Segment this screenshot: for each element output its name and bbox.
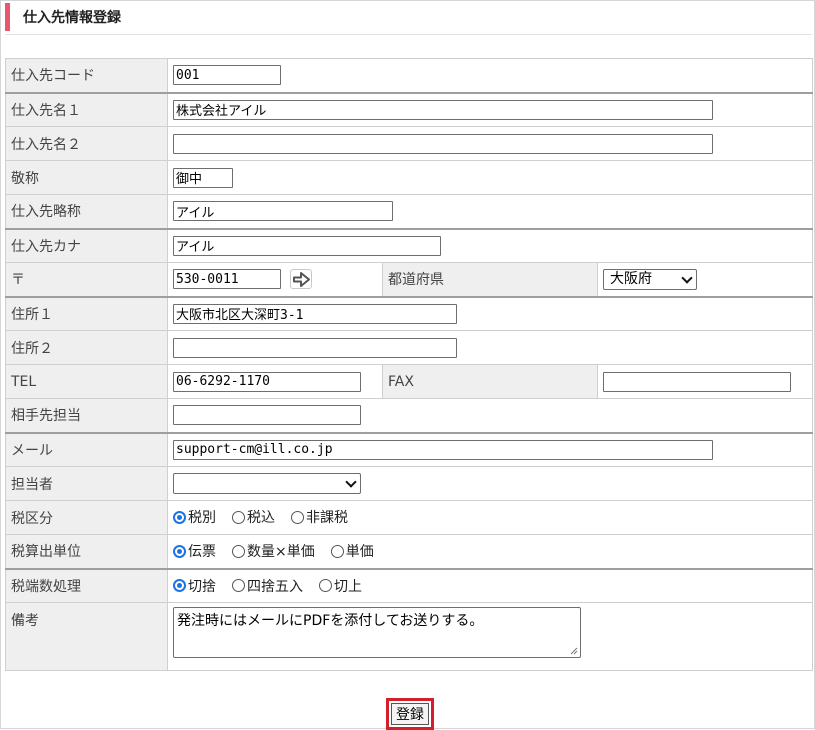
radio-label: 伝票 xyxy=(188,544,216,560)
label-email: メール xyxy=(5,431,168,467)
contact-input[interactable] xyxy=(173,405,361,426)
postal-input[interactable] xyxy=(173,269,281,290)
tax-rounding-radio-group: 切捨 四捨五入 切上 xyxy=(173,576,378,596)
radio-checked[interactable] xyxy=(173,579,186,592)
label-name1: 仕入先名１ xyxy=(5,91,168,127)
radio-label: 非課税 xyxy=(306,510,348,527)
label-fax: FAX xyxy=(382,364,598,399)
prefecture-select[interactable]: 大阪府 xyxy=(603,268,697,290)
register-button[interactable]: 登録 xyxy=(391,703,429,725)
row-address1: 住所１ xyxy=(5,295,813,331)
row-tax-calc-unit: 税算出単位 伝票 数量×単価 単価 xyxy=(5,534,813,569)
address1-input[interactable] xyxy=(173,303,457,324)
row-contact: 相手先担当 xyxy=(5,398,813,433)
row-email: メール xyxy=(5,431,813,467)
label-memo: 備考 xyxy=(5,602,168,671)
memo-text: 発注時にはメールにPDFを添付してお送りする。 xyxy=(177,613,484,629)
radio-unchecked[interactable] xyxy=(232,579,245,592)
radio-checked[interactable] xyxy=(173,544,186,558)
tax-calc-unit-option[interactable]: 伝票 xyxy=(173,541,216,561)
code-input[interactable] xyxy=(173,65,281,86)
title-accent xyxy=(5,3,10,31)
row-honorific: 敬称 xyxy=(5,160,813,195)
label-address2: 住所２ xyxy=(5,330,168,365)
page-title: 仕入先情報登録 xyxy=(23,10,121,26)
supplier-form-table: 仕入先コード 仕入先名１ 仕入先名２ 敬称 仕入先略称 xyxy=(5,58,813,671)
tax-type-option[interactable]: 税込 xyxy=(232,507,275,527)
row-code: 仕入先コード xyxy=(5,58,813,93)
tax-type-radio-group: 税別 税込 非課税 xyxy=(173,507,364,527)
row-kana: 仕入先カナ xyxy=(5,227,813,263)
tax-type-option[interactable]: 税別 xyxy=(173,507,216,527)
radio-unchecked[interactable] xyxy=(232,510,245,524)
label-contact: 相手先担当 xyxy=(5,398,168,433)
tax-type-option[interactable]: 非課税 xyxy=(291,507,348,527)
kana-input[interactable] xyxy=(173,235,441,256)
radio-label: 四捨五入 xyxy=(247,578,303,595)
radio-unchecked[interactable] xyxy=(330,544,344,558)
chevron-down-icon xyxy=(681,272,693,284)
name1-input[interactable] xyxy=(173,99,713,120)
tax-calc-unit-option[interactable]: 単価 xyxy=(330,541,374,561)
radio-checked[interactable] xyxy=(173,510,186,524)
row-postal: 〒 都道府県 大阪府 xyxy=(5,262,813,297)
row-memo: 備考 発注時にはメールにPDFを添付してお送りする。 xyxy=(5,602,813,671)
memo-textarea[interactable]: 発注時にはメールにPDFを添付してお送りする。 xyxy=(173,607,581,658)
fax-input[interactable] xyxy=(603,371,791,392)
prefecture-selected: 大阪府 xyxy=(610,270,652,287)
radio-label: 税別 xyxy=(188,510,216,527)
title-bar: 仕入先情報登録 xyxy=(5,3,812,35)
tax-rounding-option[interactable]: 切上 xyxy=(319,576,362,596)
label-kana: 仕入先カナ xyxy=(5,227,168,263)
label-tax-type: 税区分 xyxy=(5,500,168,535)
row-tel: TEL FAX xyxy=(5,364,813,399)
label-address1: 住所１ xyxy=(5,295,168,331)
tax-calc-unit-radio-group: 伝票 数量×単価 単価 xyxy=(173,541,390,561)
staff-select[interactable] xyxy=(173,473,361,494)
radio-label: 税込 xyxy=(247,510,275,527)
label-code: 仕入先コード xyxy=(5,58,168,93)
tax-rounding-option[interactable]: 四捨五入 xyxy=(232,576,303,596)
email-input[interactable] xyxy=(173,439,713,460)
honorific-input[interactable] xyxy=(173,167,233,188)
radio-unchecked[interactable] xyxy=(291,510,304,524)
radio-unchecked[interactable] xyxy=(232,544,245,558)
short-name-input[interactable] xyxy=(173,201,393,222)
page-frame: 仕入先情報登録 仕入先コード 仕入先名１ 仕入先名２ 敬称 xyxy=(0,0,815,730)
tax-calc-unit-option[interactable]: 数量×単価 xyxy=(232,541,315,561)
label-name2: 仕入先名２ xyxy=(5,126,168,161)
chevron-down-icon xyxy=(345,476,357,488)
label-postal: 〒 xyxy=(5,262,168,297)
radio-unchecked[interactable] xyxy=(319,579,332,592)
radio-label: 切捨 xyxy=(188,578,216,595)
row-staff: 担当者 xyxy=(5,466,813,501)
row-name2: 仕入先名２ xyxy=(5,126,813,161)
name2-input[interactable] xyxy=(173,133,713,154)
label-prefecture: 都道府県 xyxy=(382,262,598,297)
arrow-right-icon xyxy=(293,272,311,288)
address2-input[interactable] xyxy=(173,337,457,358)
label-tax-calc-unit: 税算出単位 xyxy=(5,534,168,569)
row-name1: 仕入先名１ xyxy=(5,91,813,127)
row-tax-rounding: 税端数処理 切捨 四捨五入 切上 xyxy=(5,567,813,603)
row-tax-type: 税区分 税別 税込 非課税 xyxy=(5,500,813,535)
postal-lookup-button[interactable] xyxy=(290,269,313,290)
label-short-name: 仕入先略称 xyxy=(5,194,168,229)
radio-label: 単価 xyxy=(345,544,374,560)
radio-label: 数量×単価 xyxy=(247,544,315,560)
row-address2: 住所２ xyxy=(5,330,813,365)
label-tel: TEL xyxy=(5,364,168,399)
submit-highlight: 登録 xyxy=(386,698,434,730)
row-short-name: 仕入先略称 xyxy=(5,194,813,229)
label-tax-rounding: 税端数処理 xyxy=(5,567,168,603)
label-honorific: 敬称 xyxy=(5,160,168,195)
radio-label: 切上 xyxy=(334,578,362,595)
resize-grip-icon[interactable] xyxy=(569,646,578,655)
label-staff: 担当者 xyxy=(5,466,168,501)
tax-rounding-option[interactable]: 切捨 xyxy=(173,576,216,596)
tel-input[interactable] xyxy=(173,371,361,392)
